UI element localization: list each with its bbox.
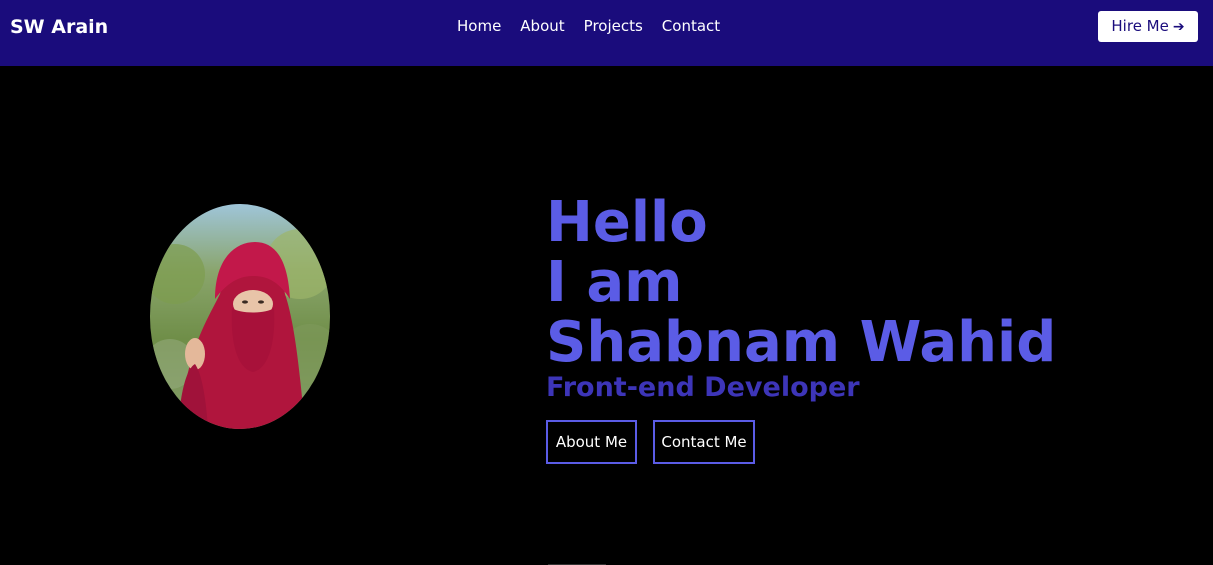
- hero-role: Front-end Developer: [546, 372, 860, 403]
- arrow-right-icon: ➔: [1172, 19, 1185, 35]
- profile-photo: [150, 204, 330, 429]
- nav-link-about[interactable]: About: [520, 16, 564, 36]
- nav-link-home[interactable]: Home: [457, 16, 501, 36]
- nav-link-contact[interactable]: Contact: [662, 16, 720, 36]
- nav-link-projects[interactable]: Projects: [584, 16, 643, 36]
- hero-greeting: Hello: [546, 190, 708, 255]
- nav-links: Home About Projects Contact: [457, 16, 720, 36]
- top-navbar: SW Arain Home About Projects Contact Hir…: [0, 0, 1213, 66]
- contact-me-button[interactable]: Contact Me: [653, 420, 755, 464]
- profile-photo-illustration: [150, 229, 330, 429]
- hire-me-button[interactable]: Hire Me ➔: [1098, 11, 1198, 42]
- hero-section: Hello I am Shabnam Wahid Front-end Devel…: [0, 66, 1213, 565]
- hero-name: Shabnam Wahid: [546, 310, 1057, 375]
- hero-intro: I am: [546, 250, 683, 315]
- brand-logo-text[interactable]: SW Arain: [10, 14, 108, 40]
- hire-me-label: Hire Me: [1111, 17, 1169, 35]
- about-me-button[interactable]: About Me: [546, 420, 637, 464]
